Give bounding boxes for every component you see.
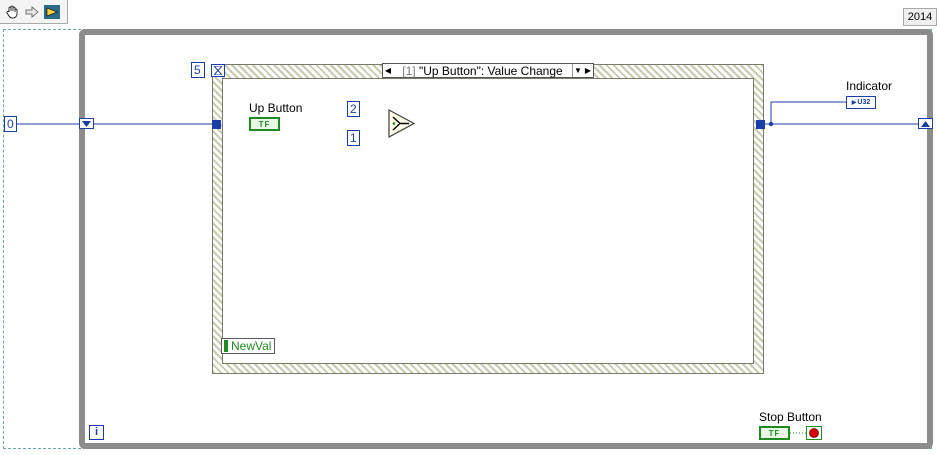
next-case-arrow-icon[interactable]: ▶: [583, 64, 593, 77]
event-structure-diagram: [222, 78, 754, 364]
stop-button-label: Stop Button: [759, 410, 822, 424]
stop-condition-icon[interactable]: [806, 426, 822, 440]
event-data-bar: [224, 340, 228, 352]
case-dropdown-icon[interactable]: ▼: [572, 64, 583, 77]
shift-register-right[interactable]: [918, 118, 933, 129]
indicator-terminal[interactable]: ▶ U32: [846, 96, 876, 109]
prev-case-arrow-icon[interactable]: ◀: [383, 64, 393, 77]
up-button-terminal[interactable]: TF: [249, 117, 280, 131]
indicator-type: U32: [857, 99, 871, 106]
event-case-name: "Up Button": Value Change: [418, 63, 563, 78]
event-case-index: [1]: [402, 63, 416, 78]
iteration-terminal[interactable]: i: [89, 425, 104, 440]
shift-register-left[interactable]: [79, 118, 94, 129]
select-function-icon[interactable]: [388, 109, 416, 138]
up-button-label: Up Button: [249, 101, 303, 115]
timeout-constant[interactable]: 5: [191, 62, 205, 78]
constant-one[interactable]: 1: [347, 130, 360, 146]
event-tunnel-right[interactable]: [756, 120, 765, 129]
constant-two[interactable]: 2: [347, 101, 360, 117]
indicator-label: Indicator: [846, 79, 893, 93]
indicator-arrow-icon: ▶: [851, 100, 857, 106]
newval-label: NewVal: [231, 339, 272, 353]
event-tunnel-left[interactable]: [212, 120, 221, 129]
hourglass-icon[interactable]: [211, 64, 225, 77]
init-constant[interactable]: 0: [4, 116, 17, 132]
stop-button-terminal[interactable]: TF: [759, 426, 790, 440]
event-data-node[interactable]: NewVal: [221, 338, 275, 354]
event-case-selector[interactable]: ◀ [1] "Up Button": Value Change ▼ ▶: [382, 63, 594, 78]
